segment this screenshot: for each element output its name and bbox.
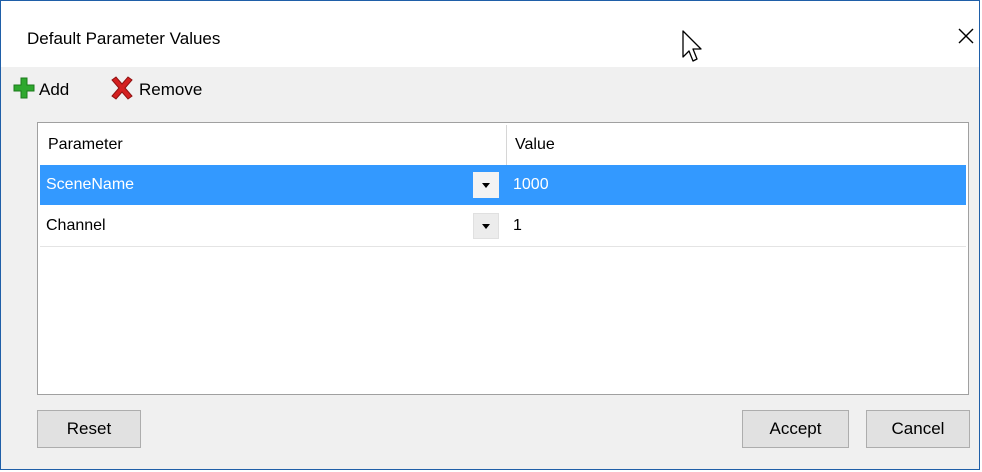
red-x-icon	[109, 75, 139, 105]
toolbar: Add Remove	[1, 67, 979, 113]
accept-button[interactable]: Accept	[742, 410, 849, 448]
row-divider	[40, 246, 966, 247]
title-bar[interactable]: Default Parameter Values	[1, 1, 979, 67]
mouse-pointer-icon	[681, 29, 705, 65]
default-parameter-values-dialog: Default Parameter Values Add Remove Para…	[0, 0, 980, 470]
table-header: Parameter Value	[40, 125, 966, 166]
remove-button[interactable]: Remove	[109, 75, 202, 105]
chevron-down-icon[interactable]	[473, 213, 499, 239]
column-header-parameter[interactable]: Parameter	[40, 125, 507, 165]
table-row[interactable]: Channel 1	[40, 206, 966, 246]
cancel-button[interactable]: Cancel	[866, 410, 970, 448]
green-plus-icon	[13, 77, 39, 104]
add-button[interactable]: Add	[13, 75, 69, 105]
close-icon[interactable]	[951, 21, 981, 51]
value-cell[interactable]: 1	[507, 206, 966, 246]
reset-button[interactable]: Reset	[37, 410, 141, 448]
table-row[interactable]: SceneName 1000	[40, 165, 966, 205]
parameter-cell[interactable]: SceneName	[40, 165, 507, 205]
value-cell[interactable]: 1000	[507, 165, 966, 205]
remove-label: Remove	[139, 80, 203, 99]
parameter-table: Parameter Value SceneName 1000 Channel 1	[37, 122, 969, 395]
column-header-value[interactable]: Value	[507, 125, 966, 165]
add-label: Add	[39, 80, 70, 99]
window-title: Default Parameter Values	[27, 29, 221, 48]
chevron-down-icon[interactable]	[473, 172, 499, 198]
parameter-cell[interactable]: Channel	[40, 206, 507, 246]
